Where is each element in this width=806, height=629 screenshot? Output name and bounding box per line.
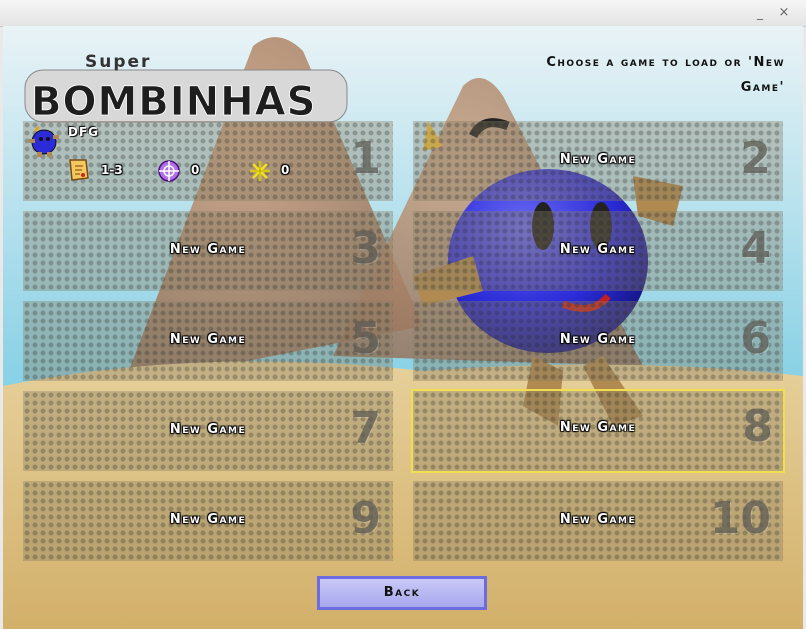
game-logo: Super BOMBINHAS: [24, 52, 348, 125]
slot-number: 2: [740, 133, 771, 184]
bomb-avatar-icon: [29, 126, 59, 157]
app-window: _ × Super BOMBINHAS Choose a game to loa…: [0, 0, 806, 629]
minimize-button[interactable]: _: [752, 5, 768, 21]
new-game-label: New Game: [559, 332, 637, 347]
page-instruction: Choose a game to load or 'New Game': [433, 50, 785, 100]
slot-number: 9: [350, 493, 381, 544]
new-game-label: New Game: [169, 242, 247, 257]
save-slot-4[interactable]: New Game 4: [413, 211, 783, 291]
crosshair-icon: [158, 160, 180, 182]
new-game-label: New Game: [169, 512, 247, 527]
slot-number: 7: [350, 403, 381, 454]
save-slot-10[interactable]: New Game 10: [413, 481, 783, 561]
logo-super-text: Super: [85, 52, 151, 72]
logo-main-text: BOMBINHAS: [31, 79, 316, 125]
slot-number: 5: [350, 313, 381, 364]
close-button[interactable]: ×: [776, 5, 792, 21]
player-name: DFG: [68, 125, 100, 139]
slot-number: 1: [350, 133, 381, 184]
new-game-label: New Game: [559, 242, 637, 257]
game-screen: Super BOMBINHAS Choose a game to load or…: [3, 26, 803, 629]
slot-number: 10: [709, 493, 771, 544]
save-slot-1[interactable]: DFG 1-3 0 0 1: [23, 121, 393, 201]
new-game-label: New Game: [169, 332, 247, 347]
crosshair-count: 0: [191, 163, 200, 177]
star-icon: [250, 161, 270, 181]
instruction-line-1: Choose a game to load or 'New: [546, 55, 785, 70]
slot-number: 8: [742, 401, 773, 452]
save-slot-6[interactable]: New Game 6: [413, 301, 783, 381]
instruction-line-2: Game': [740, 80, 785, 95]
save-slot-7[interactable]: New Game 7: [23, 391, 393, 471]
level-progress: 1-3: [101, 163, 123, 177]
title-bar: _ ×: [0, 0, 806, 27]
save-slot-8[interactable]: New Game 8: [411, 389, 785, 473]
new-game-label: New Game: [169, 422, 247, 437]
save-slot-3[interactable]: New Game 3: [23, 211, 393, 291]
slot-number: 3: [350, 223, 381, 274]
back-button[interactable]: Back: [317, 576, 487, 610]
star-count: 0: [281, 163, 290, 177]
slot-number: 6: [740, 313, 771, 364]
new-game-label: New Game: [559, 420, 637, 435]
new-game-label: New Game: [559, 152, 637, 167]
save-slot-2[interactable]: New Game 2: [413, 121, 783, 201]
slot-number: 4: [740, 223, 771, 274]
map-scroll-icon: [69, 159, 89, 181]
save-slot-5[interactable]: New Game 5: [23, 301, 393, 381]
save-slot-9[interactable]: New Game 9: [23, 481, 393, 561]
